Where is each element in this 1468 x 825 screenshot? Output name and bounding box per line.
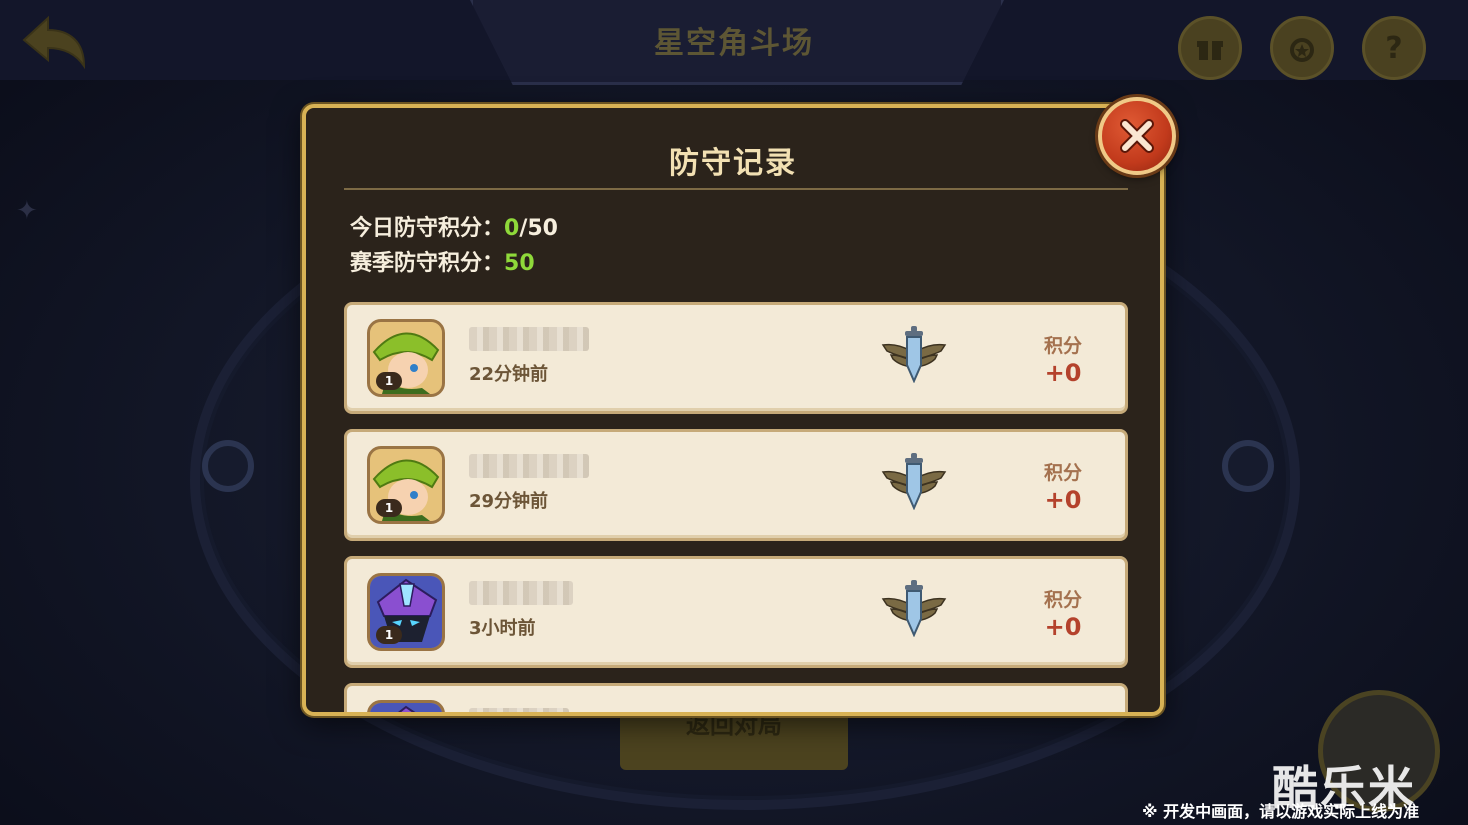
season-points-value: 50 — [504, 251, 535, 276]
hero-avatar: 1 — [367, 319, 445, 397]
defense-wings-sword-icon — [881, 326, 947, 383]
title-divider — [344, 188, 1128, 190]
record-row[interactable]: 1 3小时前 积分 +0 — [344, 556, 1128, 668]
hero-avatar — [367, 700, 445, 712]
player-name-blurred — [469, 327, 589, 351]
close-button[interactable] — [1098, 97, 1176, 175]
record-time: 29分钟前 — [469, 491, 549, 512]
record-row[interactable]: 1 29分钟前 积分 +0 — [344, 429, 1128, 541]
player-name-blurred — [469, 708, 569, 712]
points-label: 积分 — [1043, 462, 1082, 484]
player-name-blurred — [469, 454, 589, 478]
ring-node-left — [202, 440, 254, 492]
close-icon — [1120, 119, 1154, 153]
defense-wings-sword-icon — [881, 580, 947, 637]
arena-title: 星空角斗场 — [654, 26, 814, 61]
hero-level-badge: 1 — [376, 499, 402, 517]
back-arrow-icon[interactable] — [18, 14, 88, 74]
record-time: 3小时前 — [469, 618, 536, 639]
hero-level-badge: 1 — [376, 372, 402, 390]
help-icon[interactable]: ? — [1362, 16, 1426, 80]
points-value: +0 — [1044, 613, 1082, 641]
dialog-title: 防守记录 — [669, 146, 797, 181]
points-value: +0 — [1044, 486, 1082, 514]
player-name-blurred — [469, 581, 573, 605]
hero-level-badge: 1 — [376, 626, 402, 644]
gift-icon[interactable] — [1178, 16, 1242, 80]
defense-record-dialog: 防守记录 今日防守积分：0/50 赛季防守积分：50 1 22分钟前 积分 +0… — [302, 104, 1164, 716]
development-notice: ※ 开发中画面，请以游戏实际上线为准 — [1142, 802, 1420, 821]
today-defense-points: 今日防守积分：0/50 — [350, 210, 558, 242]
hero-avatar: 1 — [367, 446, 445, 524]
record-row[interactable]: 1 22分钟前 积分 +0 — [344, 302, 1128, 414]
points-label: 积分 — [1043, 335, 1082, 357]
hero-avatar: 1 — [367, 573, 445, 651]
today-points-total: /50 — [519, 216, 558, 241]
today-points-value: 0 — [504, 216, 520, 241]
ninja-hero-icon — [370, 703, 442, 712]
record-time: 22分钟前 — [469, 364, 549, 385]
sparkle-icon: ✦ — [16, 196, 38, 226]
season-points-label: 赛季防守积分： — [350, 251, 505, 276]
ring-node-right — [1222, 440, 1274, 492]
points-label: 积分 — [1043, 589, 1082, 611]
today-points-label: 今日防守积分： — [350, 216, 505, 241]
season-defense-points: 赛季防守积分：50 — [350, 245, 535, 277]
medal-icon[interactable] — [1270, 16, 1334, 80]
points-value: +0 — [1044, 359, 1082, 387]
record-row-partial[interactable] — [344, 683, 1128, 712]
defense-wings-sword-icon — [881, 453, 947, 510]
